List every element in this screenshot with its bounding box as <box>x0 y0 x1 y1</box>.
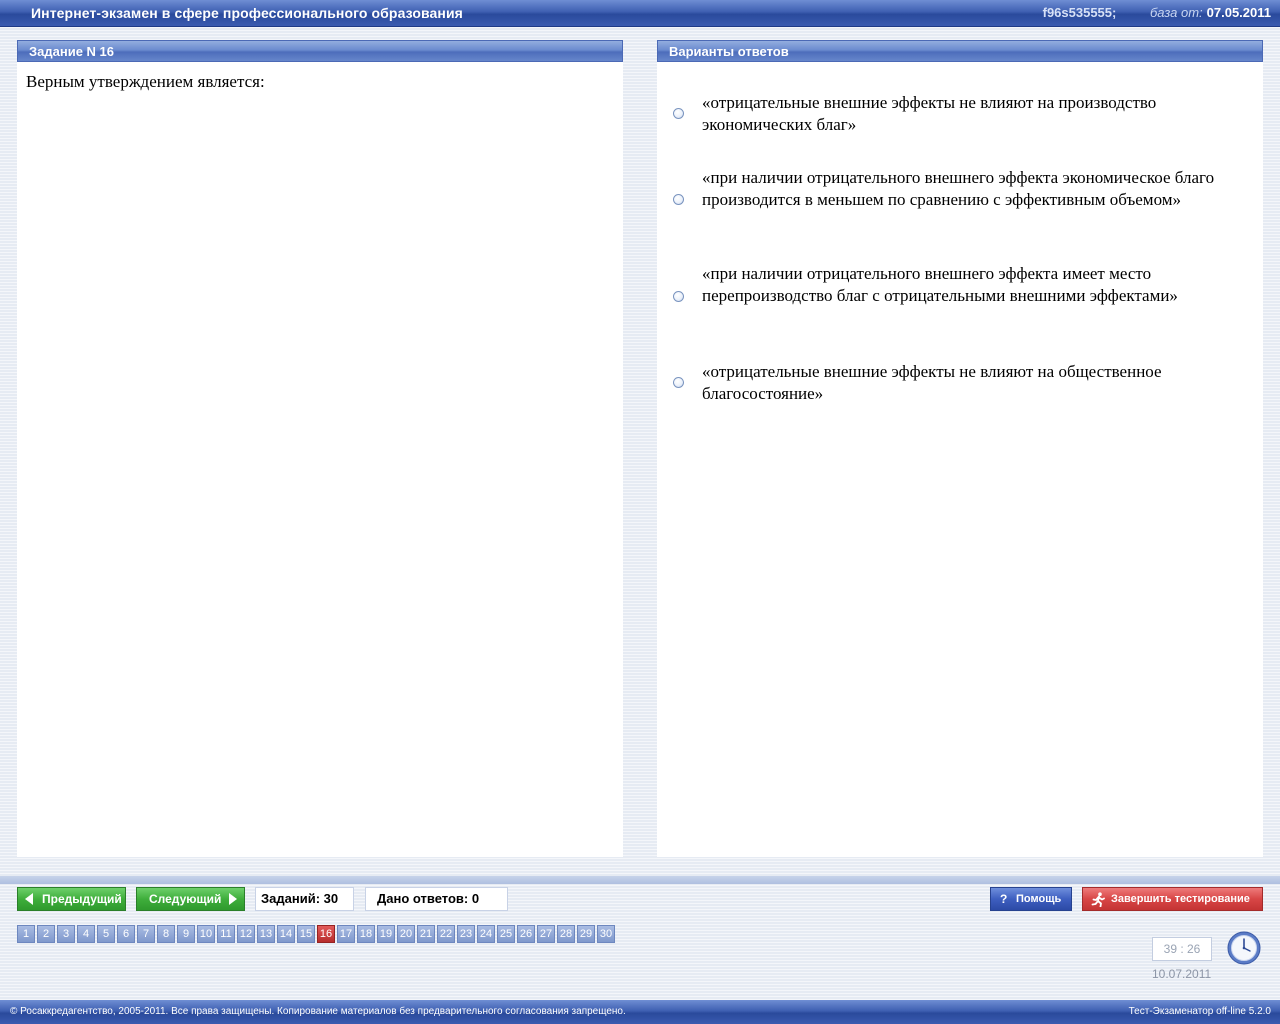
page-button-5[interactable]: 5 <box>97 925 115 943</box>
arrow-right-icon <box>229 893 237 905</box>
current-date: 10.07.2011 <box>1152 967 1212 981</box>
page-button-17[interactable]: 17 <box>337 925 355 943</box>
page-button-22[interactable]: 22 <box>437 925 455 943</box>
page-button-18[interactable]: 18 <box>357 925 375 943</box>
page-button-30[interactable]: 30 <box>597 925 615 943</box>
answer-option-text[interactable]: «отрицательные внешние эффекты не влияют… <box>702 361 1242 405</box>
clock-icon <box>1227 931 1261 965</box>
page-button-4[interactable]: 4 <box>77 925 95 943</box>
answered-counter: Дано ответов: 0 <box>365 887 508 911</box>
question-header: Задание N 16 <box>17 40 623 62</box>
arrow-left-icon <box>25 893 33 905</box>
page-button-23[interactable]: 23 <box>457 925 475 943</box>
next-button-label: Следующий <box>149 892 222 906</box>
tasks-counter: Заданий: 30 <box>255 887 354 911</box>
page-button-28[interactable]: 28 <box>557 925 575 943</box>
prev-button-label: Предыдущий <box>42 892 122 906</box>
page-button-15[interactable]: 15 <box>297 925 315 943</box>
help-button[interactable]: ? Помощь <box>990 887 1072 911</box>
bottom-separator <box>0 876 1280 884</box>
prev-button[interactable]: Предыдущий <box>17 887 126 911</box>
radio-button[interactable] <box>673 108 684 119</box>
answer-option-3[interactable]: «при наличии отрицательного внешнего эфф… <box>657 263 1263 331</box>
help-icon: ? <box>1000 892 1008 906</box>
page-button-8[interactable]: 8 <box>157 925 175 943</box>
answers-header: Варианты ответов <box>657 40 1263 62</box>
page-button-24[interactable]: 24 <box>477 925 495 943</box>
footer: © Росаккредагентство, 2005-2011. Все пра… <box>0 1000 1280 1024</box>
page-button-2[interactable]: 2 <box>37 925 55 943</box>
timer: 39 : 26 <box>1152 937 1212 961</box>
session-code: f96s535555; <box>1042 5 1117 20</box>
app-title: Интернет-экзамен в сфере профессионально… <box>31 5 463 21</box>
version-text: Тест-Экзаменатор off-line 5.2.0 <box>1128 1006 1271 1017</box>
page-button-26[interactable]: 26 <box>517 925 535 943</box>
radio-button[interactable] <box>673 377 684 388</box>
answer-option-2[interactable]: «при наличии отрицательного внешнего эфф… <box>657 167 1263 235</box>
page-button-29[interactable]: 29 <box>577 925 595 943</box>
page-button-19[interactable]: 19 <box>377 925 395 943</box>
page-button-6[interactable]: 6 <box>117 925 135 943</box>
page-button-3[interactable]: 3 <box>57 925 75 943</box>
page-button-10[interactable]: 10 <box>197 925 215 943</box>
page-button-20[interactable]: 20 <box>397 925 415 943</box>
page-button-27[interactable]: 27 <box>537 925 555 943</box>
page-button-12[interactable]: 12 <box>237 925 255 943</box>
help-button-label: Помощь <box>1016 893 1062 905</box>
base-label: база от: <box>1149 5 1203 20</box>
finish-button[interactable]: Завершить тестирование <box>1082 887 1263 911</box>
exam-window: { "titlebar": { "title": "Интернет-экзам… <box>0 0 1280 1024</box>
radio-button[interactable] <box>673 194 684 205</box>
page-button-7[interactable]: 7 <box>137 925 155 943</box>
page-button-9[interactable]: 9 <box>177 925 195 943</box>
page-button-14[interactable]: 14 <box>277 925 295 943</box>
page-button-21[interactable]: 21 <box>417 925 435 943</box>
question-text: Верным утверждением является: <box>26 72 265 91</box>
answer-option-1[interactable]: «отрицательные внешние эффекты не влияют… <box>657 92 1263 138</box>
page-button-25[interactable]: 25 <box>497 925 515 943</box>
page-button-1[interactable]: 1 <box>17 925 35 943</box>
title-bar-info: f96s535555; база от: 07.05.2011 <box>1043 5 1271 20</box>
answers-panel: Варианты ответов «отрицательные внешние … <box>657 40 1263 857</box>
answer-option-text[interactable]: «при наличии отрицательного внешнего эфф… <box>702 263 1242 307</box>
answer-option-4[interactable]: «отрицательные внешние эффекты не влияют… <box>657 361 1263 407</box>
answer-option-text[interactable]: «при наличии отрицательного внешнего эфф… <box>702 167 1242 211</box>
page-button-13[interactable]: 13 <box>257 925 275 943</box>
base-date: 07.05.2011 <box>1206 5 1271 20</box>
next-button[interactable]: Следующий <box>136 887 245 911</box>
page-button-11[interactable]: 11 <box>217 925 235 943</box>
radio-button[interactable] <box>673 291 684 302</box>
title-bar: Интернет-экзамен в сфере профессионально… <box>0 0 1280 27</box>
finish-button-label: Завершить тестирование <box>1111 893 1250 905</box>
copyright-text: © Росаккредагентство, 2005-2011. Все пра… <box>10 1006 626 1017</box>
page-button-16[interactable]: 16 <box>317 925 335 943</box>
answer-option-text[interactable]: «отрицательные внешние эффекты не влияют… <box>702 92 1242 136</box>
runner-icon <box>1091 892 1105 907</box>
question-panel: Задание N 16 Верным утверждением являетс… <box>17 40 623 857</box>
